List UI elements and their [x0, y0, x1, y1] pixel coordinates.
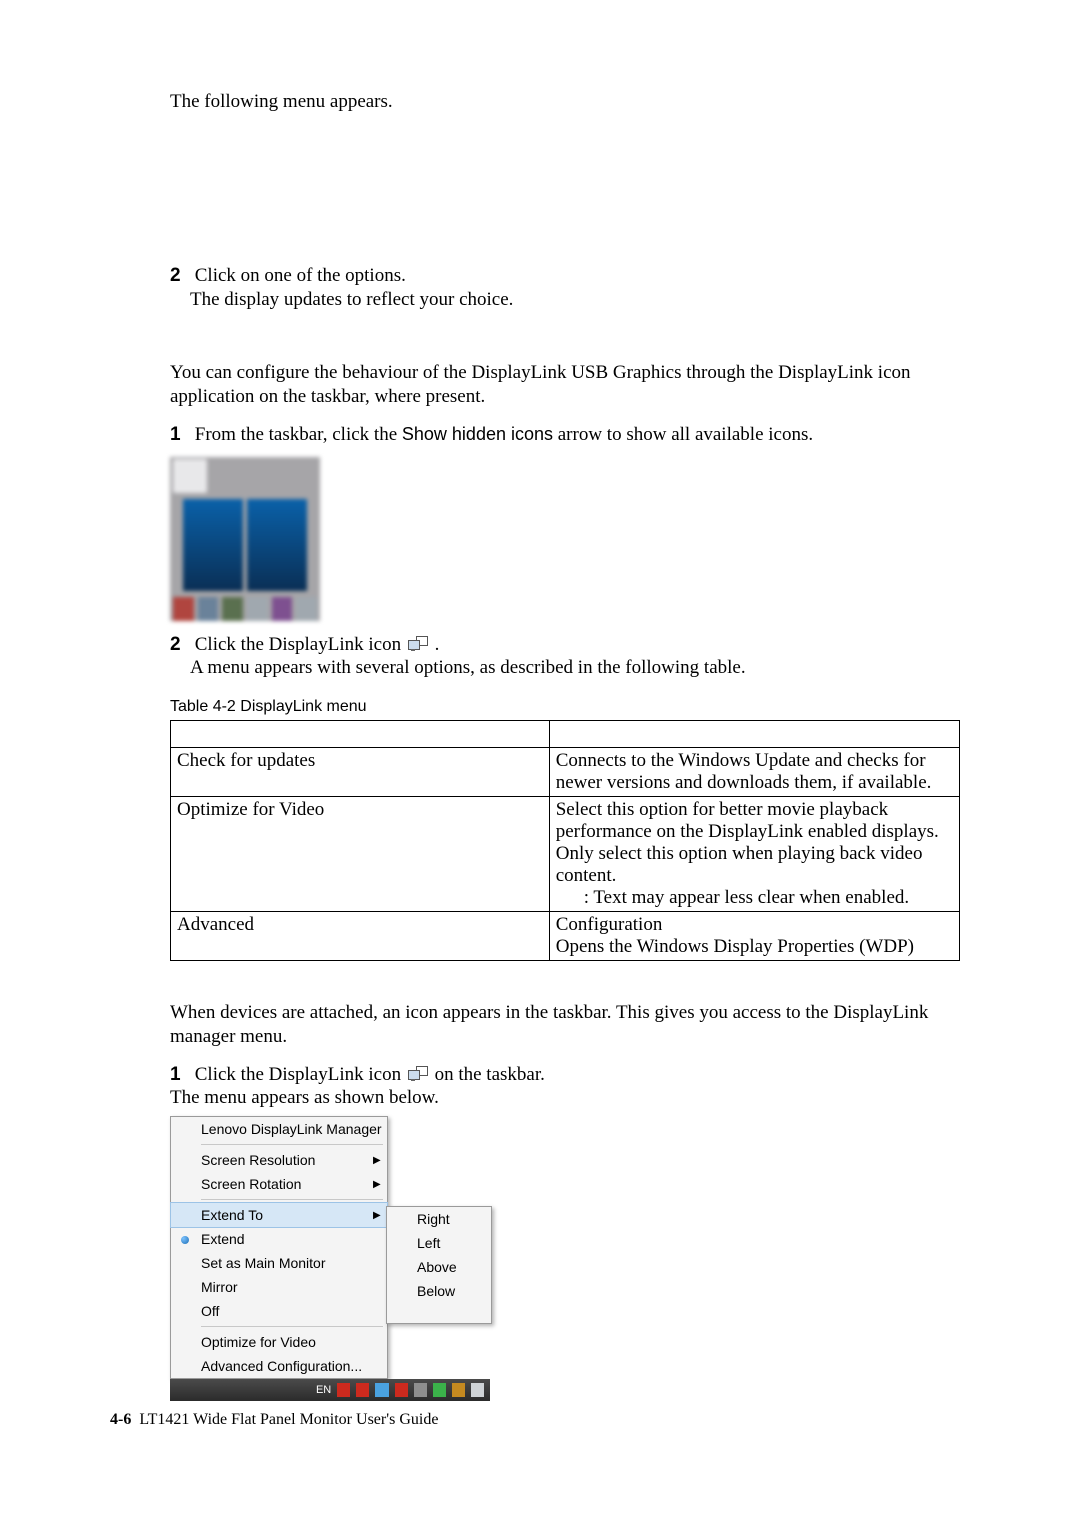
behaviour-paragraph: You can configure the behaviour of the D…	[170, 361, 960, 409]
submenu-arrow-icon: ▶	[373, 1179, 387, 1190]
tray-icon	[296, 597, 317, 621]
tray-icon	[198, 597, 219, 621]
cell-advanced-name: Advanced	[171, 912, 550, 961]
displaylink-icon	[408, 1066, 428, 1082]
submenu-arrow-icon: ▶	[373, 1210, 387, 1221]
cell-check-updates-name: Check for updates	[171, 748, 550, 797]
step-1d: 1 Click the DisplayLink icon on the task…	[170, 1063, 960, 1087]
cell-opt-video-name: Optimize for Video	[171, 797, 550, 912]
cell-check-updates-desc: Connects to the Windows Update and check…	[549, 748, 959, 797]
taskbar-icon[interactable]	[395, 1383, 408, 1397]
taskbar-icon[interactable]	[471, 1383, 484, 1397]
taskbar-icon[interactable]	[414, 1383, 427, 1397]
step-2c-sub: A menu appears with several options, as …	[190, 656, 960, 680]
tray-icon	[173, 597, 194, 621]
tray-monitor-thumbnail	[183, 499, 243, 591]
step-1d-sub: The menu appears as shown below.	[170, 1086, 960, 1110]
taskbar: EN	[170, 1379, 490, 1401]
step-2a-sub: The display updates to reflect your choi…	[190, 288, 960, 312]
tray-icon	[247, 597, 268, 621]
taskbar-icon[interactable]	[433, 1383, 446, 1397]
show-hidden-icons-label: Show hidden icons	[402, 424, 553, 444]
guide-title: LT1421 Wide Flat Panel Monitor User's Gu…	[139, 1411, 438, 1428]
page-number: 4-6	[110, 1411, 131, 1428]
cell-advanced-desc: Configuration Opens the Windows Display …	[549, 912, 959, 961]
menu-title[interactable]: Lenovo DisplayLink Manager	[171, 1117, 387, 1141]
step-text-a: From the taskbar, click the	[195, 424, 402, 445]
tray-show-hidden-arrow-icon	[173, 459, 207, 493]
taskbar-icon[interactable]	[452, 1383, 465, 1397]
submenu-below[interactable]: Below	[387, 1279, 491, 1303]
step-1b: 1 From the taskbar, click the Show hidde…	[170, 423, 960, 447]
step-text-a: Click the DisplayLink icon	[195, 634, 406, 655]
step-text-b: on the taskbar.	[435, 1064, 545, 1085]
menu-advanced-config[interactable]: Advanced Configuration...	[171, 1354, 387, 1378]
step-text-b: arrow to show all available icons.	[553, 424, 813, 445]
step-2a: 2 Click on one of the options.	[170, 264, 960, 288]
submenu-arrow-icon: ▶	[373, 1155, 387, 1166]
step-text: Click on one of the options.	[195, 265, 406, 286]
devices-attached-paragraph: When devices are attached, an icon appea…	[170, 1001, 960, 1049]
context-menu-screenshot: Lenovo DisplayLink Manager Screen Resolu…	[170, 1116, 490, 1401]
menu-mirror[interactable]: Mirror	[171, 1275, 387, 1299]
page-footer: 4-6 LT1421 Wide Flat Panel Monitor User'…	[110, 1411, 960, 1429]
step-number: 2	[170, 264, 190, 288]
submenu-right[interactable]: Right	[387, 1207, 491, 1231]
displaylink-icon	[408, 636, 428, 652]
step-2c: 2 Click the DisplayLink icon .	[170, 633, 960, 657]
submenu-left[interactable]: Left	[387, 1231, 491, 1255]
extend-to-submenu: Right Left Above Below	[386, 1206, 492, 1324]
menu-set-main[interactable]: Set as Main Monitor	[171, 1251, 387, 1275]
table-caption: Table 4-2 DisplayLink menu	[170, 698, 960, 716]
step-text-a: Click the DisplayLink icon	[195, 1064, 406, 1085]
menu-extend[interactable]: Extend	[171, 1227, 387, 1251]
step-text-b: .	[435, 634, 440, 655]
menu-off[interactable]: Off	[171, 1299, 387, 1323]
taskbar-icon[interactable]	[356, 1383, 369, 1397]
tray-icon	[222, 597, 243, 621]
step-number: 1	[170, 1063, 190, 1087]
intro-line: The following menu appears.	[170, 90, 960, 114]
taskbar-displaylink-icon[interactable]	[375, 1383, 388, 1397]
language-indicator[interactable]: EN	[316, 1384, 331, 1396]
tray-icon	[272, 597, 293, 621]
submenu-above[interactable]: Above	[387, 1255, 491, 1279]
menu-screen-rotation[interactable]: Screen Rotation▶	[171, 1172, 387, 1196]
tray-monitor-thumbnail	[247, 499, 307, 591]
cell-opt-video-desc: Select this option for better movie play…	[549, 797, 959, 912]
menu-screen-resolution[interactable]: Screen Resolution▶	[171, 1148, 387, 1172]
menu-extend-to[interactable]: Extend To▶	[171, 1203, 387, 1227]
context-menu: Lenovo DisplayLink Manager Screen Resolu…	[170, 1116, 388, 1379]
step-number: 2	[170, 633, 190, 657]
displaylink-menu-table: Check for updates Connects to the Window…	[170, 720, 960, 961]
system-tray-blurred-screenshot	[170, 457, 320, 621]
selected-dot-icon	[181, 1231, 189, 1247]
menu-optimize-video[interactable]: Optimize for Video	[171, 1330, 387, 1354]
taskbar-icon[interactable]	[337, 1383, 350, 1397]
step-number: 1	[170, 423, 190, 447]
